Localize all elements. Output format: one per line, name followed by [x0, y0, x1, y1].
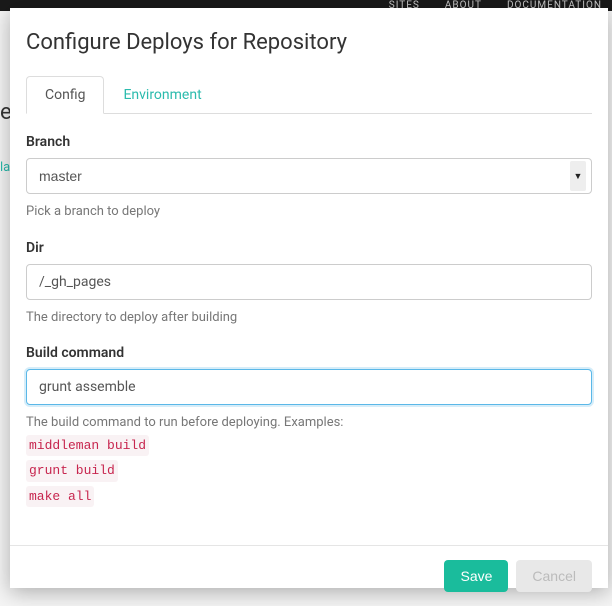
branch-group: Branch master ▼ Pick a branch to deploy	[26, 134, 592, 222]
modal-title: Configure Deploys for Repository	[26, 30, 592, 55]
build-help-text: The build command to run before deployin…	[26, 415, 343, 430]
branch-label: Branch	[26, 134, 592, 150]
tabs: Config Environment	[26, 75, 592, 114]
configure-deploys-modal: Configure Deploys for Repository Config …	[10, 8, 608, 588]
branch-help: Pick a branch to deploy	[26, 202, 592, 222]
modal-body: Config Environment Branch master ▼ Pick …	[10, 75, 608, 545]
dir-label: Dir	[26, 240, 592, 256]
dir-input[interactable]	[26, 264, 592, 300]
build-examples: middleman build grunt build make all	[26, 433, 592, 508]
example-middleman: middleman build	[26, 435, 149, 457]
build-command-input[interactable]	[26, 369, 592, 405]
tab-config[interactable]: Config	[26, 76, 104, 114]
dir-group: Dir The directory to deploy after buildi…	[26, 240, 592, 328]
dir-help: The directory to deploy after building	[26, 308, 592, 328]
example-make: make all	[26, 486, 94, 508]
modal-footer: Save Cancel	[10, 545, 608, 606]
branch-select[interactable]: master	[26, 158, 592, 194]
tab-environment[interactable]: Environment	[104, 76, 220, 114]
background-link-text: la	[0, 160, 10, 175]
example-grunt: grunt build	[26, 460, 118, 482]
branch-select-wrap: master ▼	[26, 158, 592, 194]
modal-header: Configure Deploys for Repository	[10, 8, 608, 75]
build-help: The build command to run before deployin…	[26, 413, 592, 507]
save-button[interactable]: Save	[444, 560, 508, 592]
build-group: Build command The build command to run b…	[26, 345, 592, 507]
build-label: Build command	[26, 345, 592, 361]
cancel-button[interactable]: Cancel	[516, 560, 592, 592]
